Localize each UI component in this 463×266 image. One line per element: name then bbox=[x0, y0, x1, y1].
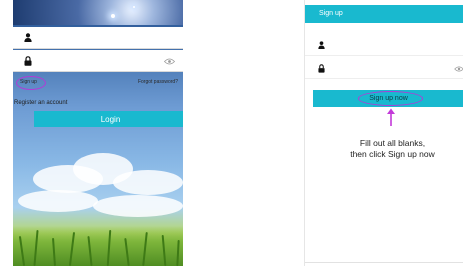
lock-icon bbox=[314, 63, 328, 73]
signup-password-field[interactable] bbox=[305, 59, 463, 77]
grass-background bbox=[13, 226, 183, 266]
sign-up-now-label: Sign up now bbox=[369, 95, 408, 102]
cloud-background bbox=[13, 125, 183, 235]
signup-screen: Sign up Sign up now Fill out all blanks,… bbox=[304, 0, 463, 266]
grass-blade bbox=[142, 231, 148, 266]
login-screen: Sign up Forgot password? Register an acc… bbox=[13, 0, 183, 266]
grass-blade bbox=[161, 234, 167, 266]
grass-blade bbox=[33, 229, 39, 266]
links-row: Sign up Forgot password? bbox=[13, 76, 183, 90]
user-icon bbox=[21, 33, 35, 42]
grass-blade bbox=[18, 236, 26, 266]
user-icon bbox=[314, 41, 328, 49]
sign-up-now-button[interactable]: Sign up now bbox=[313, 90, 463, 107]
sparkle bbox=[133, 6, 135, 8]
username-field[interactable] bbox=[13, 27, 183, 49]
instruction-line-1: Fill out all blanks, bbox=[359, 138, 426, 148]
instruction-line-2: then click Sign up now bbox=[350, 149, 435, 159]
grass-blade bbox=[68, 232, 76, 266]
cloud bbox=[18, 190, 98, 212]
register-account-text: Register an account bbox=[14, 100, 68, 106]
page-title: Sign up bbox=[319, 10, 343, 17]
eye-icon[interactable] bbox=[454, 59, 463, 77]
highlight-circle bbox=[16, 76, 46, 90]
lock-icon bbox=[21, 55, 35, 66]
grass-blade bbox=[52, 237, 56, 266]
divider bbox=[305, 55, 463, 56]
forgot-password-link[interactable]: Forgot password? bbox=[138, 79, 178, 85]
grass-blade bbox=[124, 237, 130, 266]
sky-background bbox=[13, 0, 183, 25]
eye-icon[interactable] bbox=[163, 52, 176, 70]
cloud bbox=[93, 195, 183, 217]
arrow-up-icon bbox=[387, 108, 395, 126]
password-field[interactable] bbox=[13, 50, 183, 72]
divider bbox=[305, 78, 463, 79]
divider bbox=[305, 262, 463, 263]
signup-username-field[interactable] bbox=[305, 36, 463, 54]
grass-blade bbox=[87, 235, 93, 266]
title-bar: Sign up bbox=[305, 5, 463, 23]
instruction-text: Fill out all blanks, then click Sign up … bbox=[325, 138, 460, 160]
grass-blade bbox=[106, 229, 112, 266]
sparkle bbox=[111, 14, 115, 18]
grass-blade bbox=[176, 239, 180, 266]
cloud bbox=[113, 170, 183, 195]
